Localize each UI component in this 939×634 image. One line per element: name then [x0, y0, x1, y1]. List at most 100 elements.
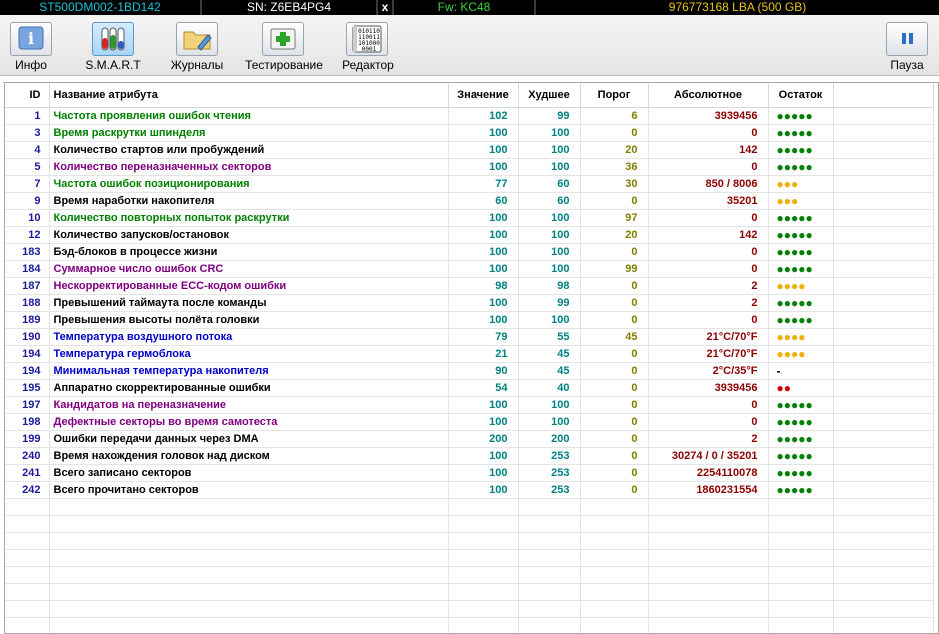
empty-cell [833, 430, 934, 448]
table-row[interactable]: 194 Минимальная температура накопителя 90 4… [5, 362, 934, 380]
empty-row [5, 617, 934, 633]
table-row[interactable]: 12 Количество запусков/остановок 100 100 20 1… [5, 226, 934, 244]
attr-name: Время наработки накопителя [49, 192, 449, 210]
column-header-worst[interactable]: Худшее [518, 83, 581, 108]
info-button[interactable]: i Инфо [4, 15, 58, 75]
attr-threshold: 0 [580, 277, 649, 295]
smart-button[interactable]: S.M.A.R.T [84, 15, 142, 75]
attr-absolute: 1860231554 [648, 481, 769, 499]
table-row[interactable]: 10 Количество повторных попыток раскрутки… [5, 209, 934, 227]
empty-cell [580, 532, 649, 550]
attr-name: Всего записано секторов [49, 464, 449, 482]
table-row[interactable]: 190 Температура воздушного потока 79 55 45 21… [5, 328, 934, 346]
table-row[interactable]: 197 Кандидатов на переназначение 100 100 0 0 ●… [5, 396, 934, 414]
drive-capacity: 976773168 LBA (500 GB) [668, 0, 807, 14]
table-row[interactable]: 7 Частота ошибок позиционирования 77 60 30 85… [5, 175, 934, 193]
empty-cell [768, 498, 834, 516]
attr-worst: 99 [518, 107, 581, 125]
attr-worst: 253 [518, 447, 581, 465]
attr-value: 100 [448, 447, 519, 465]
attr-worst: 45 [518, 362, 581, 380]
empty-row [5, 600, 934, 618]
attr-value: 100 [448, 481, 519, 499]
attr-name: Частота проявления ошибок чтения [49, 107, 449, 125]
empty-cell [768, 515, 834, 533]
empty-cell [833, 175, 934, 193]
attr-name: Превышения высоты полёта головки [49, 311, 449, 329]
table-row[interactable]: 1 Частота проявления ошибок чтения 102 99 6 3… [5, 107, 934, 125]
attr-name: Количество повторных попыток раскрутки [49, 209, 449, 227]
empty-cell [648, 583, 769, 601]
table-row[interactable]: 189 Превышения высоты полёта головки 100 10… [5, 311, 934, 329]
column-header-name[interactable]: Название атрибута [49, 83, 449, 108]
attr-remaining-indicator: ●●●●● [768, 141, 834, 159]
test-tubes-icon [92, 22, 134, 56]
attr-id: 12 [5, 226, 50, 244]
attr-remaining-indicator: ●●●●● [768, 396, 834, 414]
attr-worst: 100 [518, 158, 581, 176]
attr-threshold: 0 [580, 243, 649, 261]
column-header-value[interactable]: Значение [448, 83, 519, 108]
attr-remaining-indicator: ●●●●● [768, 294, 834, 312]
attr-value: 21 [448, 345, 519, 363]
table-row[interactable]: 187 Нескорректированные ECC-кодом ошибки 9… [5, 277, 934, 295]
empty-row [5, 549, 934, 567]
editor-label: Редактор [342, 58, 394, 72]
table-row[interactable]: 183 Бэд-блоков в процессе жизни 100 100 0 0 ●●… [5, 243, 934, 261]
empty-cell [49, 583, 449, 601]
table-row[interactable]: 4 Количество стартов или пробуждений 100 10… [5, 141, 934, 159]
attr-absolute: 0 [648, 124, 769, 142]
svg-text:i: i [28, 29, 34, 48]
attr-absolute: 35201 [648, 192, 769, 210]
empty-cell [580, 600, 649, 618]
column-header-threshold[interactable]: Порог [580, 83, 649, 108]
close-drive-button[interactable]: x [378, 0, 392, 15]
table-row[interactable]: 9 Время наработки накопителя 60 60 0 35201 ●●● [5, 192, 934, 210]
empty-cell [833, 362, 934, 380]
empty-cell [648, 566, 769, 584]
attr-absolute: 0 [648, 260, 769, 278]
attr-threshold: 6 [580, 107, 649, 125]
attr-value: 60 [448, 192, 519, 210]
empty-cell [833, 107, 934, 125]
empty-cell [49, 515, 449, 533]
table-row[interactable]: 198 Дефектные секторы во время самотеста 1… [5, 413, 934, 431]
attr-remaining-indicator: ●●●●● [768, 158, 834, 176]
empty-cell [833, 549, 934, 567]
attr-name: Частота ошибок позиционирования [49, 175, 449, 193]
editor-button[interactable]: 010110 110011 101000 0001 Редактор [338, 15, 398, 75]
smart-table-panel[interactable]: ID Название атрибута Значение Худшее Пор… [4, 82, 939, 634]
info-label: Инфо [15, 58, 47, 72]
empty-cell [5, 515, 50, 533]
attr-value: 100 [448, 243, 519, 261]
attr-value: 102 [448, 107, 519, 125]
table-row[interactable]: 5 Количество переназначенных секторов 100 1… [5, 158, 934, 176]
testing-button[interactable]: Тестирование [242, 15, 326, 75]
attr-threshold: 0 [580, 464, 649, 482]
empty-cell [49, 532, 449, 550]
logs-button[interactable]: Журналы [166, 15, 228, 75]
table-row[interactable]: 242 Всего прочитано секторов 100 253 0 186023… [5, 481, 934, 499]
empty-cell [833, 226, 934, 244]
drive-model[interactable]: ST500DM002-1BD142 [0, 0, 200, 15]
table-row[interactable]: 195 Аппаратно скорректированные ошибки 54 4… [5, 379, 934, 397]
pause-button[interactable]: Пауза [884, 15, 930, 75]
column-header-id[interactable]: ID [5, 83, 50, 108]
empty-cell [833, 583, 934, 601]
table-row[interactable]: 184 Суммарное число ошибок CRC 100 100 99 0 ●●… [5, 260, 934, 278]
table-row[interactable]: 241 Всего записано секторов 100 253 0 2254110… [5, 464, 934, 482]
empty-cell [5, 549, 50, 567]
table-row[interactable]: 199 Ошибки передачи данных через DMA 200 20… [5, 430, 934, 448]
attr-remaining-indicator: ●●●●● [768, 124, 834, 142]
attr-worst: 100 [518, 209, 581, 227]
table-row[interactable]: 3 Время раскрутки шпинделя 100 100 0 0 ●●●●● [5, 124, 934, 142]
table-row[interactable]: 240 Время нахождения головок над диском 10… [5, 447, 934, 465]
attr-value: 90 [448, 362, 519, 380]
column-header-absolute[interactable]: Абсолютное [648, 83, 769, 108]
table-row[interactable]: 188 Превышений таймаута после команды 100 9… [5, 294, 934, 312]
attr-threshold: 0 [580, 413, 649, 431]
table-row[interactable]: 194 Температура гермоблока 21 45 0 21°C/70°F ●… [5, 345, 934, 363]
column-header-remaining[interactable]: Остаток [768, 83, 834, 108]
empty-cell [448, 532, 519, 550]
attr-value: 100 [448, 311, 519, 329]
